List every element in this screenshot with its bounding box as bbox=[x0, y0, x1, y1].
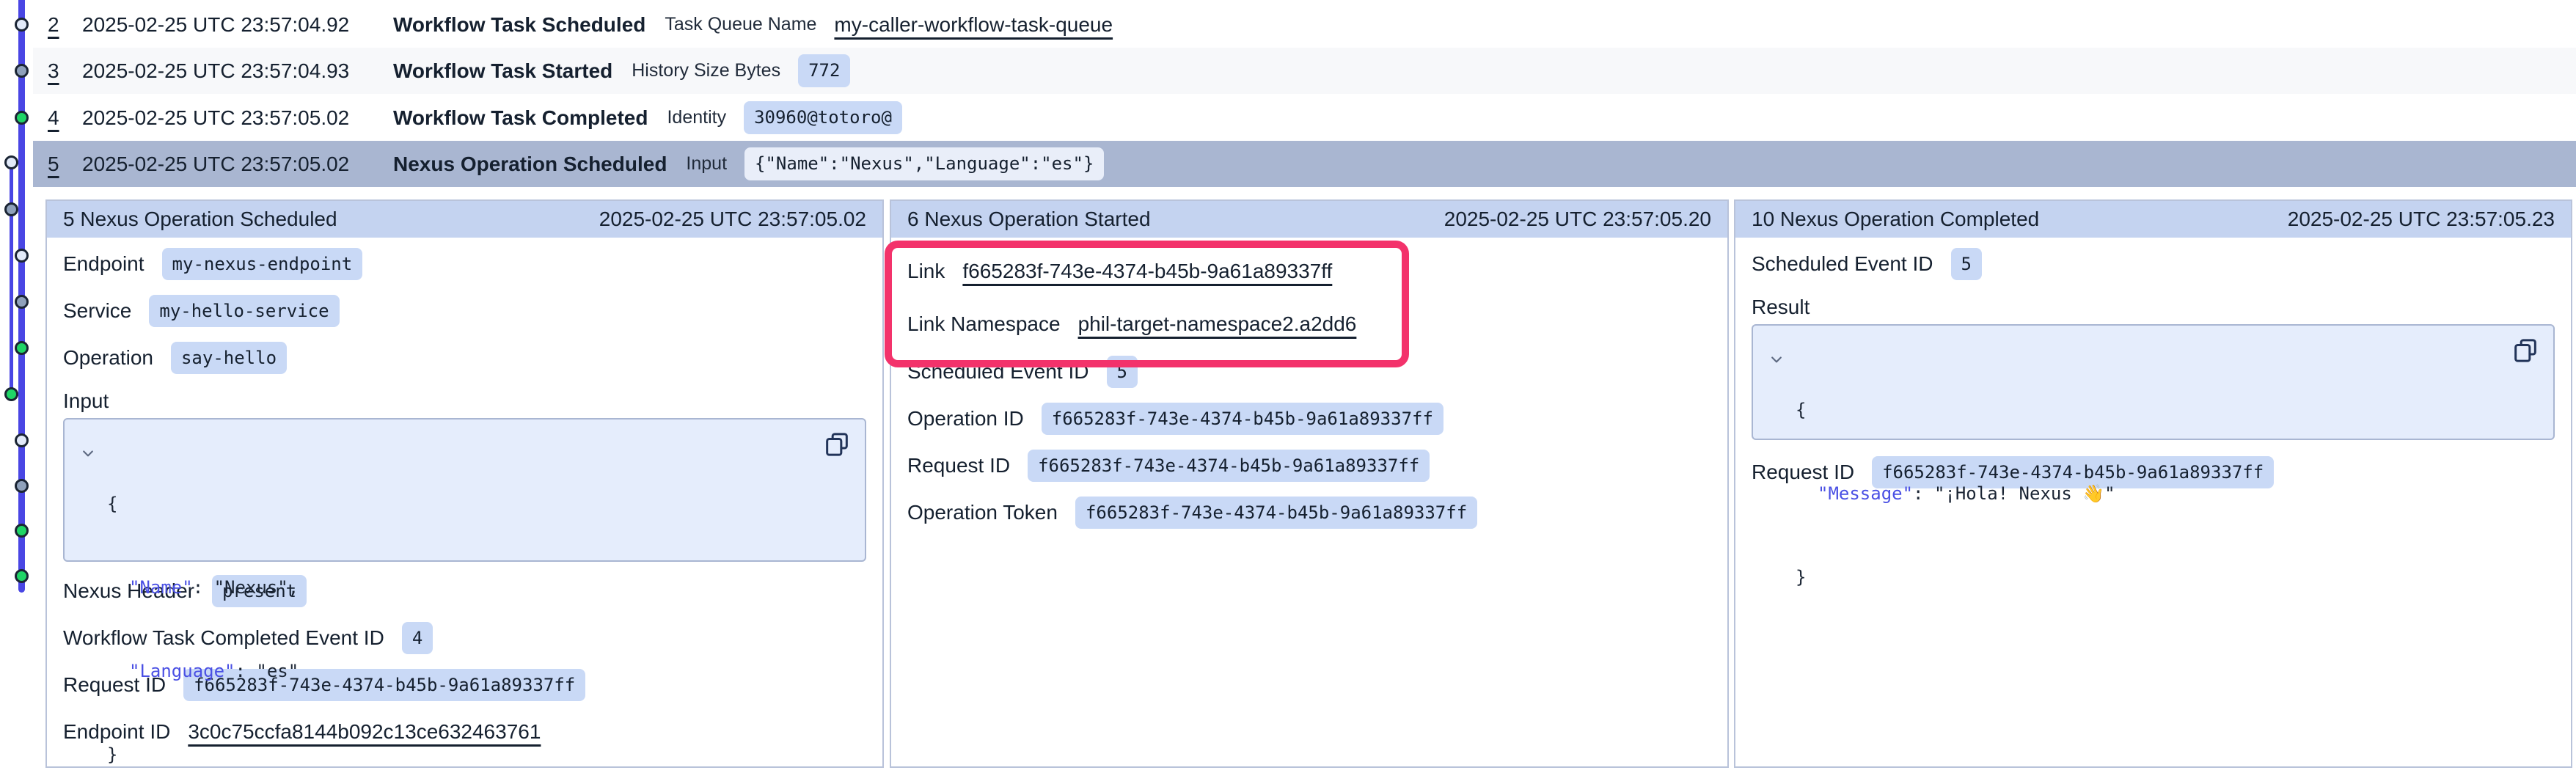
json-line: } bbox=[107, 741, 299, 769]
nexus-link[interactable]: f665283f-743e-4374-b45b-9a61a89337ff bbox=[962, 260, 1332, 283]
event-timestamp: 2025-02-25 UTC 23:57:05.02 bbox=[82, 106, 393, 130]
copy-icon[interactable] bbox=[2511, 336, 2540, 367]
json-line: } bbox=[1796, 563, 2115, 591]
json-line: "Language": "es" bbox=[107, 657, 299, 685]
timeline-event-dot bbox=[4, 155, 18, 169]
scheduled-event-id-badge: 5 bbox=[1951, 248, 1982, 281]
operation-id-badge: f665283f-743e-4374-b45b-9a61a89337ff bbox=[1042, 403, 1443, 436]
timeline-event-dot bbox=[15, 111, 29, 125]
timeline-event-dot bbox=[4, 202, 18, 216]
input-json-viewer: { "Name": "Nexus", "Language": "es" } bbox=[63, 418, 866, 562]
result-json-viewer: { "Message": "¡Hola! Nexus 👋" } bbox=[1752, 324, 2555, 440]
event-row-5-selected[interactable]: 5 2025-02-25 UTC 23:57:05.02 Nexus Opera… bbox=[33, 141, 2576, 187]
copy-icon[interactable] bbox=[822, 430, 852, 461]
field-operation-id: Operation ID f665283f-743e-4374-b45b-9a6… bbox=[907, 403, 1711, 435]
field-endpoint: Endpoint my-nexus-endpoint bbox=[63, 248, 866, 280]
event-row-2[interactable]: 2 2025-02-25 UTC 23:57:04.92 Workflow Ta… bbox=[33, 1, 2576, 48]
field-scheduled-event-id: Scheduled Event ID 5 bbox=[907, 356, 1711, 388]
endpoint-value-badge: my-nexus-endpoint bbox=[162, 248, 363, 281]
panel-nexus-operation-completed: 10 Nexus Operation Completed 2025-02-25 … bbox=[1734, 199, 2572, 768]
event-attr-label: Task Queue Name bbox=[665, 14, 816, 35]
timeline-event-dot bbox=[15, 295, 29, 309]
field-operation: Operation say-hello bbox=[63, 342, 866, 374]
panel-title: 10 Nexus Operation Completed bbox=[1752, 208, 2039, 231]
panel-title: 6 Nexus Operation Started bbox=[907, 208, 1151, 231]
service-value-badge: my-hello-service bbox=[149, 295, 339, 328]
panel-timestamp: 2025-02-25 UTC 23:57:05.23 bbox=[2288, 208, 2555, 231]
operation-value-badge: say-hello bbox=[171, 342, 287, 375]
timeline-event-dot bbox=[15, 18, 29, 32]
event-name: Workflow Task Started bbox=[393, 59, 612, 83]
timeline-event-dot bbox=[4, 387, 18, 401]
event-row-3[interactable]: 3 2025-02-25 UTC 23:57:04.93 Workflow Ta… bbox=[33, 48, 2576, 94]
scheduled-event-id-badge: 5 bbox=[1107, 356, 1138, 389]
timeline-branch-line bbox=[10, 162, 13, 395]
event-id-link[interactable]: 5 bbox=[48, 153, 82, 176]
event-name: Nexus Operation Scheduled bbox=[393, 153, 667, 176]
timeline-event-dot bbox=[15, 64, 29, 78]
event-name: Workflow Task Completed bbox=[393, 106, 648, 130]
json-line: "Name": "Nexus", bbox=[107, 574, 299, 601]
timeline-event-dot bbox=[15, 569, 29, 583]
event-id-link[interactable]: 4 bbox=[48, 106, 82, 130]
panel-timestamp: 2025-02-25 UTC 23:57:05.02 bbox=[599, 208, 866, 231]
event-name: Workflow Task Scheduled bbox=[393, 13, 645, 37]
timeline-event-dot bbox=[15, 249, 29, 263]
field-service: Service my-hello-service bbox=[63, 295, 866, 327]
event-timestamp: 2025-02-25 UTC 23:57:04.93 bbox=[82, 59, 393, 83]
panel-timestamp: 2025-02-25 UTC 23:57:05.20 bbox=[1444, 208, 1711, 231]
event-attr-label: Identity bbox=[667, 107, 726, 128]
workflow-event-history-view: 2 2025-02-25 UTC 23:57:04.92 Workflow Ta… bbox=[0, 0, 2576, 773]
event-id-link[interactable]: 2 bbox=[48, 13, 82, 37]
event-input-badge: {"Name":"Nexus","Language":"es"} bbox=[744, 147, 1104, 180]
field-scheduled-event-id: Scheduled Event ID 5 bbox=[1752, 248, 2555, 280]
timeline-event-dot bbox=[15, 479, 29, 493]
request-id-badge: f665283f-743e-4374-b45b-9a61a89337ff bbox=[1028, 450, 1430, 483]
event-attr-label: History Size Bytes bbox=[632, 60, 780, 81]
event-attr-label: Input bbox=[686, 153, 727, 175]
panel-header: 10 Nexus Operation Completed 2025-02-25 … bbox=[1735, 201, 2571, 238]
event-timestamp: 2025-02-25 UTC 23:57:04.92 bbox=[82, 13, 393, 37]
panel-header: 6 Nexus Operation Started 2025-02-25 UTC… bbox=[891, 201, 1727, 238]
timeline-event-dot bbox=[15, 524, 29, 538]
json-line: "Message": "¡Hola! Nexus 👋" bbox=[1796, 480, 2115, 508]
field-link-namespace: Link Namespace phil-target-namespace2.a2… bbox=[907, 308, 1711, 340]
task-queue-link[interactable]: my-caller-workflow-task-queue bbox=[834, 13, 1113, 37]
field-request-id: Request ID f665283f-743e-4374-b45b-9a61a… bbox=[907, 450, 1711, 482]
collapse-chevron-icon[interactable] bbox=[1769, 340, 1796, 424]
timeline-event-dot bbox=[15, 433, 29, 447]
panel-header: 5 Nexus Operation Scheduled 2025-02-25 U… bbox=[47, 201, 882, 238]
input-section-label: Input bbox=[63, 389, 866, 414]
event-id-link[interactable]: 3 bbox=[48, 59, 82, 83]
result-section-label: Result bbox=[1752, 295, 2555, 320]
timeline-event-dot bbox=[15, 341, 29, 355]
event-row-4[interactable]: 4 2025-02-25 UTC 23:57:05.02 Workflow Ta… bbox=[33, 95, 2576, 141]
panel-nexus-operation-started: 6 Nexus Operation Started 2025-02-25 UTC… bbox=[890, 199, 1729, 768]
panel-nexus-operation-scheduled: 5 Nexus Operation Scheduled 2025-02-25 U… bbox=[45, 199, 884, 768]
collapse-chevron-icon[interactable] bbox=[81, 434, 107, 546]
json-line: { bbox=[107, 490, 299, 518]
event-timestamp: 2025-02-25 UTC 23:57:05.02 bbox=[82, 153, 393, 176]
field-link: Link f665283f-743e-4374-b45b-9a61a89337f… bbox=[907, 255, 1711, 287]
operation-token-badge: f665283f-743e-4374-b45b-9a61a89337ff bbox=[1075, 497, 1477, 530]
panel-title: 5 Nexus Operation Scheduled bbox=[63, 208, 337, 231]
field-operation-token: Operation Token f665283f-743e-4374-b45b-… bbox=[907, 497, 1711, 529]
event-attr-value-badge: 772 bbox=[798, 54, 850, 87]
json-line: { bbox=[1796, 396, 2115, 424]
link-namespace-link[interactable]: phil-target-namespace2.a2dd6 bbox=[1078, 312, 1357, 336]
event-attr-value-badge: 30960@totoro@ bbox=[744, 101, 902, 134]
event-id-badge: 4 bbox=[402, 622, 433, 655]
